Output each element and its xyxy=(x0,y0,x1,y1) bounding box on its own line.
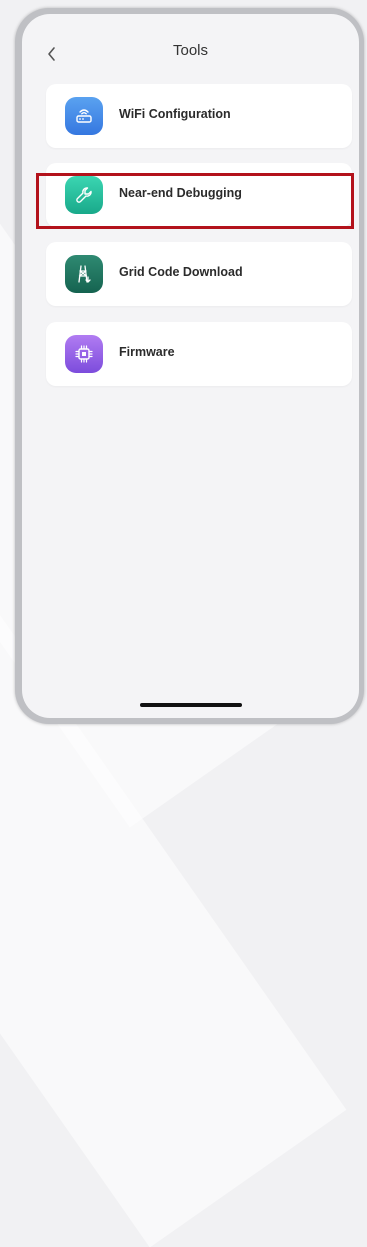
tool-item-label: WiFi Configuration xyxy=(119,107,231,121)
tool-item-wifi-configuration[interactable]: WiFi Configuration xyxy=(46,84,352,148)
tool-item-label: Grid Code Download xyxy=(119,265,243,279)
highlight-box xyxy=(36,173,354,229)
tool-item-grid-code-download[interactable]: Grid Code Download xyxy=(46,242,352,306)
phone-frame: Tools WiFi Configuration Near-end Debugg… xyxy=(15,8,364,724)
tool-item-label: Firmware xyxy=(119,345,175,359)
header-bar: Tools xyxy=(22,14,359,84)
router-icon xyxy=(65,97,103,135)
chip-icon xyxy=(65,335,103,373)
tool-item-firmware[interactable]: Firmware xyxy=(46,322,352,386)
home-indicator xyxy=(140,703,242,707)
app-screen: Tools WiFi Configuration Near-end Debugg… xyxy=(22,14,359,718)
tower-icon xyxy=(65,255,103,293)
page-title: Tools xyxy=(172,42,209,59)
